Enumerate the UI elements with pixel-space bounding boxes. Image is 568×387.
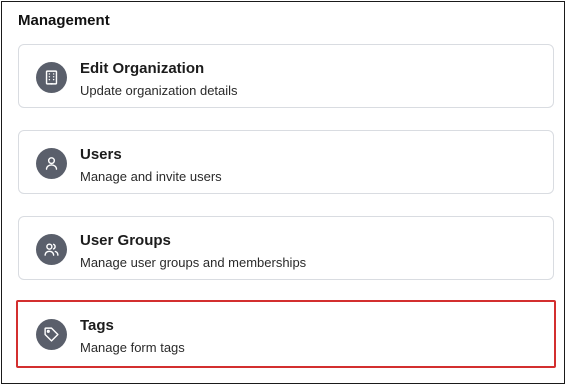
management-panel: Management Edit Organization Update orga… xyxy=(1,1,565,384)
card-description: Update organization details xyxy=(80,83,238,98)
card-description: Manage and invite users xyxy=(80,169,222,184)
card-title: User Groups xyxy=(80,232,171,249)
building-icon xyxy=(36,62,67,93)
user-icon xyxy=(36,148,67,179)
card-description: Manage form tags xyxy=(80,340,185,355)
edit-organization-card[interactable]: Edit Organization Update organization de… xyxy=(18,44,554,108)
tag-icon xyxy=(36,319,67,350)
card-title: Edit Organization xyxy=(80,60,205,77)
card-description: Manage user groups and memberships xyxy=(80,255,307,270)
card-title: Tags xyxy=(80,317,114,334)
section-title: Management xyxy=(18,12,110,29)
users-icon xyxy=(36,234,67,265)
user-groups-card[interactable]: User Groups Manage user groups and membe… xyxy=(18,216,554,280)
tags-card[interactable]: Tags Manage form tags xyxy=(16,300,556,368)
card-title: Users xyxy=(80,146,122,163)
users-card[interactable]: Users Manage and invite users xyxy=(18,130,554,194)
